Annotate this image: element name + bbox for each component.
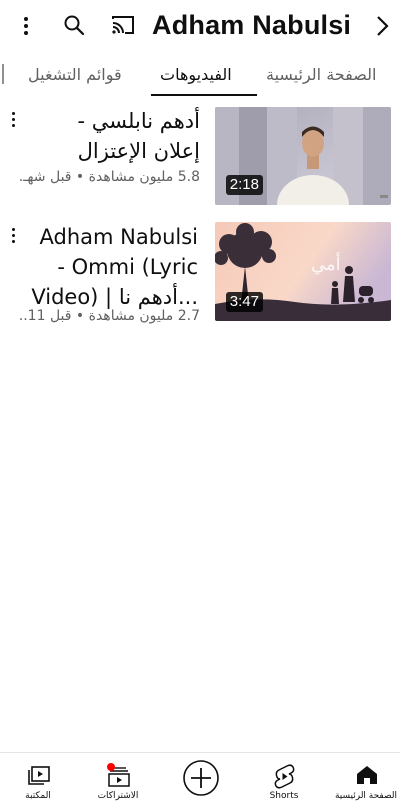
home-icon (357, 766, 377, 784)
video-title[interactable]: Adham Nabulsi - Ommi (Lyric Video) | أده… (18, 222, 198, 312)
nav-home-label: الصفحة الرئيسية (334, 791, 398, 801)
nav-library-label: المكتبة (25, 791, 51, 801)
active-tab-indicator (151, 94, 257, 96)
video-menu-icon[interactable] (8, 226, 18, 248)
search-icon[interactable] (62, 13, 86, 37)
cast-icon[interactable] (110, 13, 136, 37)
svg-text:أمي: أمي (311, 252, 341, 275)
nav-shorts[interactable]: Shorts (244, 753, 324, 805)
nav-library[interactable]: المكتبة (0, 753, 80, 805)
video-duration: 2:18 (225, 175, 263, 195)
notification-dot (107, 763, 115, 771)
tab-home[interactable]: الصفحة الرئيسية (266, 60, 376, 90)
app-header: Adham Nabulsi (0, 0, 400, 52)
tab-divider (2, 64, 4, 84)
create-plus-icon (183, 760, 219, 796)
more-options-icon[interactable] (18, 14, 34, 38)
bottom-navigation: المكتبة الاشتراكات Shorts الصفحة الرئيسي… (0, 752, 400, 805)
video-duration: 3:47 (225, 292, 263, 312)
nav-shorts-label: Shorts (269, 791, 299, 801)
nav-home[interactable]: الصفحة الرئيسية (326, 753, 400, 805)
channel-title: Adham Nabulsi (152, 10, 352, 40)
video-title[interactable]: أدهم نابلسي - إعلان الإعتزال (28, 106, 200, 166)
video-thumbnail[interactable]: 2:18 (215, 107, 391, 205)
channel-tabs: قوائم التشغيل الفيديوهات الصفحة الرئيسية (0, 52, 400, 98)
shorts-icon (274, 764, 295, 789)
nav-subscriptions-label: الاشتراكات (97, 791, 139, 801)
video-meta: 2.7 مليون مشاهدة • قبل 11... (18, 308, 200, 324)
back-chevron-icon[interactable] (372, 13, 392, 39)
tab-videos[interactable]: الفيديوهات (160, 60, 232, 90)
video-thumbnail[interactable]: أمي 3:47 (215, 222, 391, 321)
library-icon (28, 766, 50, 785)
video-meta: 5.8 مليون مشاهدة • قبل شهـ... (18, 169, 200, 185)
nav-create[interactable] (160, 753, 240, 805)
nav-subscriptions[interactable]: الاشتراكات (78, 753, 158, 805)
tab-playlists[interactable]: قوائم التشغيل (28, 60, 122, 90)
video-menu-icon[interactable] (8, 110, 18, 132)
